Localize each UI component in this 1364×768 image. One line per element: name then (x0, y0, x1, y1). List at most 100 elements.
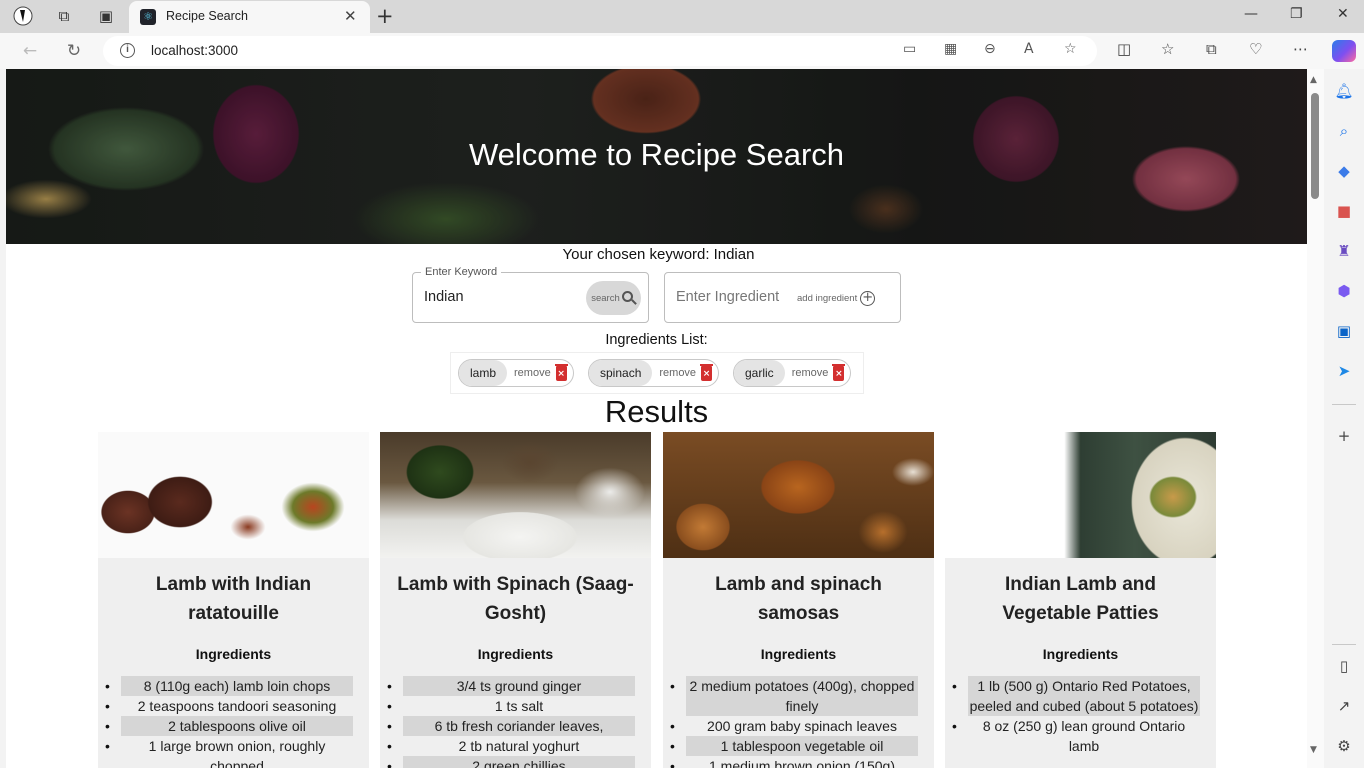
games-icon[interactable]: ♜ (1334, 241, 1354, 261)
scroll-up-icon[interactable]: ▲ (1310, 75, 1317, 85)
tab-close-icon[interactable]: ✕ (344, 7, 357, 25)
new-tab-icon[interactable]: + (376, 4, 394, 28)
scroll-thumb[interactable] (1311, 93, 1319, 199)
ingredient-field: add ingredient + (664, 272, 901, 323)
recipe-title: Lamb with Spinach (Saag-Gosht) (397, 574, 634, 624)
chip-label: lamb (459, 360, 508, 386)
ingredient-chip: spinach remove × (588, 359, 720, 387)
ingredient-item: 3/4 ts ground ginger (387, 676, 635, 696)
window-close-icon[interactable]: ✕ (1337, 6, 1349, 22)
address-bar[interactable]: i localhost:3000 ▭ ▦ ⊖ A ☆ (103, 36, 1097, 66)
outlook-icon[interactable]: ▣ (1334, 321, 1354, 341)
ingredient-input[interactable] (676, 289, 791, 305)
back-icon[interactable]: ← (18, 39, 42, 63)
ingredients-heading: Ingredients (760, 646, 837, 662)
profile-icon[interactable] (12, 5, 34, 27)
hero-banner: Welcome to Recipe Search (6, 69, 1307, 244)
open-external-icon[interactable]: ↗ (1334, 696, 1354, 716)
ingredients-heading: Ingredients (1042, 646, 1119, 662)
ingredient-item: 1 medium brown onion (150g) (670, 756, 918, 768)
recipe-card[interactable]: Lamb with Spinach (Saag-Gosht) Ingredien… (380, 432, 651, 768)
page-viewport: Welcome to Recipe Search Your chosen key… (6, 69, 1307, 768)
page-scrollbar[interactable]: ▲ ▼ (1307, 69, 1324, 768)
minimize-icon[interactable]: — (1244, 6, 1258, 22)
microsoft-365-icon[interactable]: ⬢ (1334, 281, 1354, 301)
recipe-card[interactable]: Indian Lamb and Vegetable Patties Ingred… (945, 432, 1216, 768)
recipe-card[interactable]: Lamb and spinach samosas Ingredients 2 m… (663, 432, 934, 768)
remove-ingredient-button[interactable]: remove × (659, 363, 714, 381)
ingredient-item: 1 lb (500 g) Ontario Red Potatoes, peele… (952, 676, 1200, 716)
recipe-card[interactable]: Lamb with Indian ratatouille Ingredients… (98, 432, 369, 768)
add-circle-icon: + (860, 290, 876, 306)
favorite-star-icon[interactable]: ☆ (1064, 41, 1077, 57)
browser-essentials-icon[interactable]: ♡ (1249, 40, 1262, 58)
keyword-input[interactable] (424, 289, 584, 305)
remove-label: remove (514, 367, 551, 379)
hide-sidebar-icon[interactable]: ▯ (1334, 656, 1354, 676)
site-info-icon[interactable]: i (120, 43, 135, 58)
ingredients-heading: Ingredients (477, 646, 554, 662)
chip-label: garlic (734, 360, 785, 386)
ingredients-heading: Ingredients (195, 646, 272, 662)
ingredient-list: 3/4 ts ground ginger 1 ts salt 6 tb fres… (387, 676, 635, 768)
app-available-icon[interactable]: ▭ (903, 41, 916, 57)
tab-recipe-search[interactable]: ⚛ Recipe Search ✕ (129, 1, 370, 33)
ingredients-list-label: Ingredients List: (605, 332, 708, 348)
shopping-tag-icon[interactable]: ◆ (1334, 161, 1354, 181)
workspaces-icon[interactable]: ⧉ (53, 5, 75, 27)
recipe-image[interactable] (945, 432, 1216, 558)
restore-icon[interactable]: ❐ (1290, 6, 1303, 22)
ingredient-item: 200 gram baby spinach leaves (670, 716, 918, 736)
tab-strip: ⧉ ▣ ⚛ Recipe Search ✕ + — ❐ ✕ (0, 0, 1364, 33)
sidebar-settings-icon[interactable]: ⚙ (1334, 736, 1354, 756)
add-ingredient-label: add ingredient (797, 292, 858, 304)
recipe-image[interactable] (380, 432, 651, 558)
recipe-title: Lamb and spinach samosas (715, 574, 882, 624)
collections-icon[interactable]: ⧉ (1206, 40, 1217, 58)
ingredient-item: 2 tablespoons olive oil (105, 716, 353, 736)
sidebar-divider (1332, 404, 1356, 405)
scroll-down-icon[interactable]: ▼ (1310, 745, 1317, 755)
bell-icon[interactable]: 🔔︎ (1334, 81, 1354, 101)
ingredient-chip: garlic remove × (733, 359, 852, 387)
recipe-image[interactable] (98, 432, 369, 558)
add-ingredient-button[interactable]: add ingredient + (797, 287, 876, 309)
read-aloud-icon[interactable]: A (1024, 41, 1034, 57)
remove-ingredient-button[interactable]: remove × (792, 363, 846, 381)
copilot-icon[interactable] (1332, 40, 1356, 62)
chosen-keyword-value: Indian (713, 246, 755, 263)
recipe-title: Indian Lamb and Vegetable Patties (1002, 574, 1159, 624)
chosen-keyword-label: Your chosen keyword: (562, 246, 710, 263)
zoom-out-icon[interactable]: ⊖ (984, 41, 996, 57)
trash-icon: × (832, 363, 846, 381)
recipe-image[interactable] (663, 432, 934, 558)
remove-ingredient-button[interactable]: remove × (514, 363, 568, 381)
tab-title: Recipe Search (166, 9, 248, 23)
ingredient-item: 2 tb natural yoghurt (387, 736, 635, 756)
ingredient-item: 1 tablespoon vegetable oil (670, 736, 918, 756)
send-icon[interactable]: ➤ (1334, 361, 1354, 381)
url-text[interactable]: localhost:3000 (151, 43, 238, 58)
add-sidebar-icon[interactable]: + (1334, 426, 1354, 446)
ingredient-item: 8 (110g each) lamb loin chops (105, 676, 353, 696)
keyword-field: Enter Keyword search (412, 266, 649, 323)
ingredient-item: 2 teaspoons tandoori seasoning (105, 696, 353, 716)
settings-more-icon[interactable]: ⋯ (1293, 40, 1308, 58)
refresh-icon[interactable]: ↻ (62, 39, 86, 63)
search-icon[interactable]: ⌕ (1334, 121, 1354, 141)
search-button[interactable]: search (586, 281, 641, 315)
ingredient-list: 8 (110g each) lamb loin chops 2 teaspoon… (105, 676, 353, 768)
ingredient-item: 1 ts salt (387, 696, 635, 716)
react-favicon-icon: ⚛ (140, 9, 156, 25)
ingredient-item: 1 large brown onion, roughly chopped (105, 736, 353, 768)
keyword-field-label: Enter Keyword (421, 266, 502, 278)
tools-briefcase-icon[interactable]: ■ (1334, 201, 1354, 221)
ingredient-list: 1 lb (500 g) Ontario Red Potatoes, peele… (952, 676, 1200, 756)
favorites-icon[interactable]: ☆ (1161, 40, 1174, 58)
apps-icon[interactable]: ▦ (944, 41, 957, 57)
trash-icon: × (554, 363, 568, 381)
split-screen-icon[interactable]: ◫ (1117, 40, 1131, 58)
recipe-title: Lamb with Indian ratatouille (155, 574, 312, 624)
search-button-label: search (591, 292, 620, 304)
tab-actions-icon[interactable]: ▣ (95, 5, 117, 27)
